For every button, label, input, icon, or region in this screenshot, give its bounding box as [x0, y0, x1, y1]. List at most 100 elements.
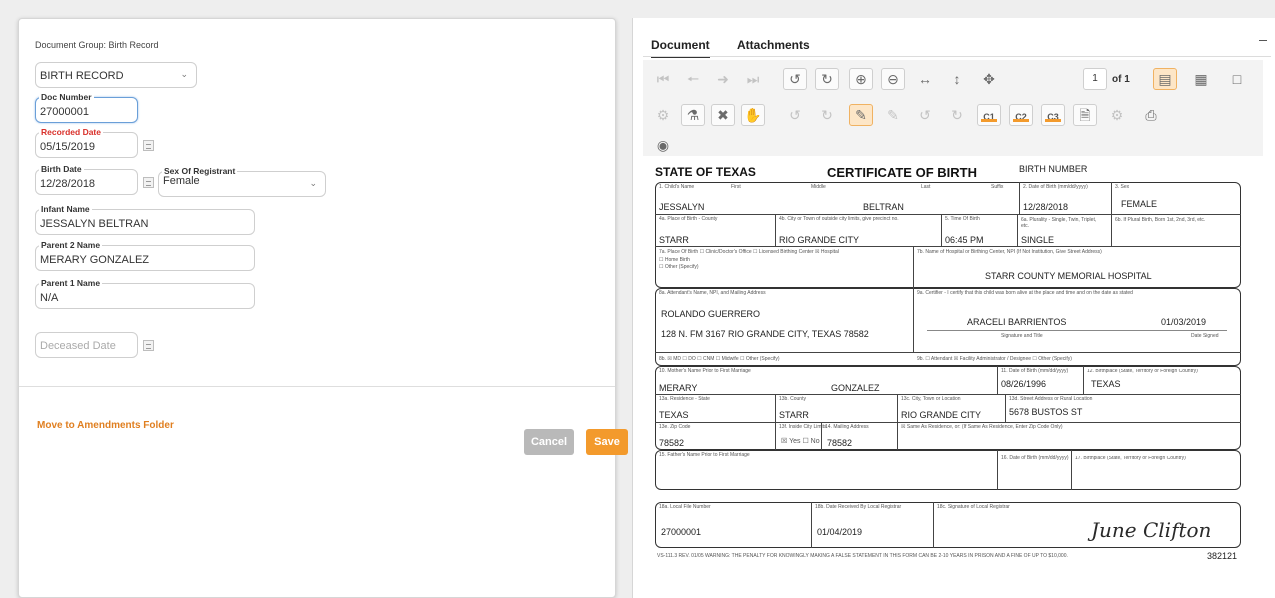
label-other: ☐ Other (Specify)	[659, 264, 699, 270]
doc-number-field[interactable]: Doc Number 27000001	[35, 92, 138, 123]
rule	[1111, 214, 1112, 246]
rotate-left-icon[interactable]: ↺	[783, 68, 807, 90]
eye-icon[interactable]: ◉	[651, 136, 675, 154]
parent-1-name-value: N/A	[40, 292, 59, 304]
next-page-icon[interactable]: ➜	[711, 68, 735, 90]
certifier-name: ARACELI BARRIENTOS	[967, 317, 1067, 327]
label-child-name: 1. Child's Name	[659, 184, 695, 190]
child-first-name: JESSALYN	[659, 202, 705, 212]
crop-icon[interactable]: □	[1225, 68, 1249, 90]
parent-2-name-field[interactable]: Parent 2 Name MERARY GONZALEZ	[35, 240, 255, 271]
label-registrar: 18c. Signature of Local Registrar	[937, 504, 1010, 510]
print-icon[interactable]: ⎙	[1139, 104, 1163, 126]
document-icon[interactable]: 🗎	[1073, 104, 1097, 126]
rotate-page-left-icon[interactable]: ↺	[913, 104, 937, 126]
zoom-in-icon[interactable]: ⊕	[849, 68, 873, 90]
zoom-out-icon[interactable]: ⊖	[881, 68, 905, 90]
tab-divider	[643, 56, 1271, 57]
view-single-icon[interactable]: ▤	[1153, 68, 1177, 90]
label-mother-birthplace: 12. Birthplace (State, Territory or Fore…	[1087, 369, 1198, 374]
label-mother: 10. Mother's Name Prior to First Marriag…	[659, 368, 751, 374]
cert-state: STATE OF TEXAS	[655, 165, 756, 179]
first-page-icon[interactable]: ⏮	[651, 68, 675, 90]
tab-attachments[interactable]: Attachments	[737, 38, 810, 52]
collapse-icon[interactable]	[1259, 40, 1267, 41]
label-middle: Middle	[811, 184, 826, 190]
label-dob: 2. Date of Birth (mm/dd/yyyy)	[1023, 184, 1088, 190]
calendar-icon[interactable]	[143, 340, 154, 351]
birth-date-value: 12/28/2018	[40, 178, 96, 190]
tab-document[interactable]: Document	[651, 38, 710, 58]
label-zip: 13e. Zip Code	[659, 424, 691, 430]
sex-select[interactable]: Sex Of Registrant Female ⌄	[158, 166, 326, 197]
label-street: 13d. Street Address or Rural Location	[1009, 396, 1093, 402]
fit-width-icon[interactable]: ↔	[913, 68, 937, 90]
parent-1-name-field[interactable]: Parent 1 Name N/A	[35, 278, 255, 309]
cancel-button[interactable]: Cancel	[524, 429, 574, 455]
label-attendant: 8a. Attendant's Name, NPI, and Mailing A…	[659, 290, 766, 296]
chevron-down-icon: ⌄	[180, 69, 188, 79]
label-first: First	[731, 184, 741, 190]
last-page-icon[interactable]: ⏭	[741, 68, 765, 90]
rule	[1019, 182, 1020, 214]
viewer-toolbar: ⏮ 🠔 ➜ ⏭ ↺ ↻ ⊕ ⊖ ↔ ↕ ✥ 1 of 1 ▤ ▦ □ ⚙ ⚗ ✖…	[643, 60, 1263, 156]
rule	[655, 246, 1241, 247]
label-mailing: 14. Mailing Address	[825, 424, 869, 430]
residence-city: RIO GRANDE CITY	[901, 410, 982, 420]
mother-birthplace: TEXAS	[1091, 379, 1121, 389]
stamp-icon[interactable]: ⚗	[681, 104, 705, 126]
undo-icon[interactable]: ↺	[783, 104, 807, 126]
rule	[941, 214, 942, 246]
calendar-icon[interactable]	[143, 140, 154, 151]
copy-3-icon[interactable]: C3	[1041, 104, 1065, 126]
label-local-file: 18a. Local File Number	[659, 504, 711, 510]
move-to-amendments-link[interactable]: Move to Amendments Folder	[37, 420, 174, 431]
redact-icon[interactable]: ✖	[711, 104, 735, 126]
mother-dob: 08/26/1996	[1001, 379, 1047, 389]
annotation-icon[interactable]: ⚙	[651, 104, 675, 126]
fit-height-icon[interactable]: ↕	[945, 68, 969, 90]
rule	[655, 352, 1241, 353]
child-sex: FEMALE	[1121, 199, 1158, 209]
birth-city: RIO GRANDE CITY	[779, 235, 860, 245]
deceased-date-field[interactable]: Deceased Date	[35, 332, 138, 358]
rule	[1111, 182, 1112, 214]
parent-2-name-value: MERARY GONZALEZ	[40, 254, 150, 266]
pan-icon[interactable]: ✥	[977, 68, 1001, 90]
label-sex: 3. Sex	[1115, 184, 1130, 190]
birth-time: 06:45 PM	[945, 235, 984, 245]
hand-icon[interactable]: ✋	[741, 104, 765, 126]
view-grid-icon[interactable]: ▦	[1189, 68, 1213, 90]
birth-date-field[interactable]: Birth Date 12/28/2018	[35, 164, 138, 195]
hide-highlight-icon[interactable]: ✎	[881, 104, 905, 126]
compare-icon[interactable]: ⚙	[1105, 104, 1129, 126]
copy-2-icon[interactable]: C2	[1009, 104, 1033, 126]
zip-code: 78582	[659, 438, 685, 448]
copy-1-icon[interactable]: C1	[977, 104, 1001, 126]
rule	[913, 246, 914, 288]
record-type-select[interactable]: BIRTH RECORD ⌄	[35, 62, 197, 88]
document-viewer-panel: Document Attachments ⏮ 🠔 ➜ ⏭ ↺ ↻ ⊕ ⊖ ↔ ↕…	[632, 18, 1275, 598]
cert-footer-warning: VS-111.3 REV. 01/05 WARNING: THE PENALTY…	[657, 553, 1068, 559]
label-same-as-residence: ☒ Same As Residence, or: (If Same As Res…	[901, 424, 1063, 430]
save-button[interactable]: Save	[586, 429, 628, 455]
label-home-birth: ☐ Home Birth	[659, 257, 690, 263]
rule	[897, 394, 898, 422]
calendar-icon[interactable]	[143, 177, 154, 188]
label-residence-county: 13b. County	[779, 396, 806, 402]
rule	[997, 450, 998, 490]
highlight-icon[interactable]: ✎	[849, 104, 873, 126]
label-father-birthplace: 17. Birthplace (State, Territory or Fore…	[1075, 456, 1186, 461]
certifier-date: 01/03/2019	[1161, 317, 1207, 327]
rotate-page-right-icon[interactable]: ↻	[945, 104, 969, 126]
infant-name-field[interactable]: Infant Name JESSALYN BELTRAN	[35, 204, 255, 235]
recorded-date-field[interactable]: Recorded Date 05/15/2019	[35, 127, 138, 158]
page-number-input[interactable]: 1	[1083, 68, 1107, 90]
previous-page-icon[interactable]: 🠔	[681, 68, 705, 90]
rotate-right-icon[interactable]: ↻	[815, 68, 839, 90]
page-count: of 1	[1112, 74, 1130, 85]
rule	[655, 394, 1241, 395]
redo-icon[interactable]: ↻	[815, 104, 839, 126]
label-residence: 13a. Residence - State	[659, 396, 710, 402]
label-city: 4b. City or Town of outside city limits,…	[779, 216, 899, 222]
